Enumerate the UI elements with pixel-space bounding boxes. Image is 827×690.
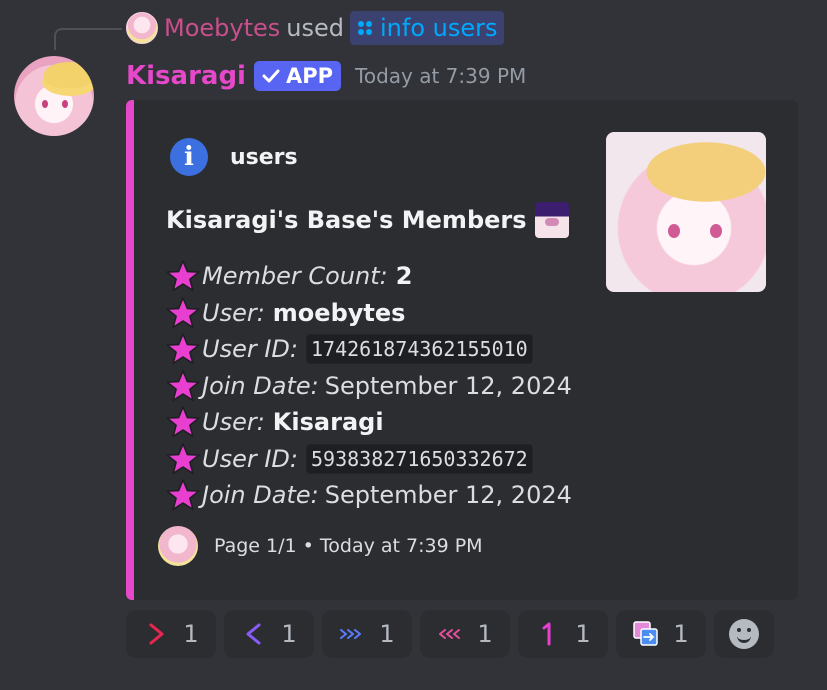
- reaction-first-page[interactable]: 1: [420, 610, 510, 658]
- field-value-code[interactable]: 174261874362155010: [305, 334, 533, 365]
- embed-fields: Member Count: 2 User: moebytes User ID: …: [166, 258, 572, 514]
- reply-used-text: used: [286, 14, 344, 42]
- field-label: User ID:: [202, 335, 298, 364]
- field-value: September 12, 2024: [324, 481, 572, 510]
- embed-author-name: users: [230, 144, 298, 170]
- rewind-icon: [439, 629, 461, 639]
- reaction-count: 1: [477, 620, 493, 648]
- thumbnail-eye: [710, 224, 722, 238]
- checkmark-icon: [262, 69, 280, 83]
- bot-username[interactable]: Kisaragi: [126, 61, 246, 91]
- right-chevron-icon: [149, 623, 164, 645]
- field-user: User: moebytes: [166, 295, 572, 332]
- footer-text: Page 1/1 • Today at 7:39 PM: [214, 535, 483, 557]
- reply-connector: [54, 28, 122, 50]
- reaction-count: 1: [183, 620, 199, 648]
- avatar-eye: [42, 100, 48, 108]
- bot-avatar[interactable]: [14, 56, 94, 136]
- reply-username[interactable]: Moebytes: [164, 14, 280, 42]
- reply-user-avatar[interactable]: [126, 12, 158, 44]
- field-value: 2: [395, 262, 413, 291]
- star-icon: [166, 260, 200, 292]
- star-icon: [166, 369, 200, 401]
- reaction-next[interactable]: 1: [126, 610, 216, 658]
- command-name: info users: [380, 14, 498, 42]
- field-label: User:: [202, 298, 265, 327]
- star-icon: [166, 479, 200, 511]
- slash-command-icon: [358, 21, 372, 35]
- reaction-count: 1: [379, 620, 395, 648]
- app-badge-label: APP: [285, 64, 334, 88]
- field-user-id: User ID: 174261874362155010: [166, 331, 572, 368]
- field-user-id: User ID: 593838271650332672: [166, 441, 572, 478]
- app-badge: APP: [253, 61, 342, 91]
- field-label: Member Count:: [202, 262, 388, 291]
- left-chevron-icon: [246, 623, 261, 645]
- field-join-date: Join Date: September 12, 2024: [166, 368, 572, 405]
- field-join-date: Join Date: September 12, 2024: [166, 477, 572, 514]
- message-header: Kisaragi APP Today at 7:39 PM: [126, 58, 526, 94]
- field-label: User ID:: [202, 444, 298, 473]
- embed-thumbnail[interactable]: [606, 132, 766, 292]
- avatar-eye: [62, 100, 68, 108]
- field-label: User:: [202, 408, 265, 437]
- reaction-previous[interactable]: 1: [224, 610, 314, 658]
- star-icon: [166, 442, 200, 474]
- field-value: moebytes: [272, 298, 406, 327]
- fast-forward-icon: [340, 629, 362, 639]
- embed-footer: Page 1/1 • Today at 7:39 PM: [158, 526, 483, 566]
- embed-title-text: Kisaragi's Base's Members: [166, 206, 527, 234]
- number-one-icon: [542, 622, 551, 646]
- reaction-last-page[interactable]: 1: [322, 610, 412, 658]
- reply-reference[interactable]: Moebytes used info users: [126, 10, 504, 46]
- field-member-count: Member Count: 2: [166, 258, 572, 295]
- reaction-count: 1: [281, 620, 297, 648]
- field-value: Kisaragi: [272, 408, 384, 437]
- command-mention[interactable]: info users: [350, 11, 504, 45]
- embed-title: Kisaragi's Base's Members: [166, 202, 569, 238]
- star-icon: [166, 406, 200, 438]
- field-label: Join Date:: [202, 371, 319, 400]
- reaction-count: 1: [673, 620, 689, 648]
- reaction-count: 1: [575, 620, 591, 648]
- reactions-bar: 1 1 1 1 1 1: [126, 610, 774, 658]
- field-user: User: Kisaragi: [166, 404, 572, 441]
- reaction-repeat[interactable]: 1: [616, 610, 706, 658]
- embed: i users Kisaragi's Base's Members Member…: [126, 100, 798, 600]
- anime-girl-emoji-icon: [534, 202, 569, 238]
- reaction-page-one[interactable]: 1: [518, 610, 608, 658]
- repeat-square-icon: [633, 621, 659, 646]
- footer-icon: [158, 526, 198, 566]
- embed-author: i users: [170, 138, 298, 176]
- star-icon: [166, 296, 200, 328]
- field-value: September 12, 2024: [324, 371, 572, 400]
- info-icon: i: [170, 138, 208, 176]
- thumbnail-eye: [668, 224, 680, 238]
- add-reaction-button[interactable]: [714, 610, 774, 658]
- field-label: Join Date:: [202, 481, 319, 510]
- smiley-icon: [729, 619, 759, 649]
- field-value-code[interactable]: 593838271650332672: [305, 443, 533, 474]
- star-icon: [166, 333, 200, 365]
- avatar-hat: [44, 62, 94, 88]
- message-timestamp[interactable]: Today at 7:39 PM: [355, 64, 526, 88]
